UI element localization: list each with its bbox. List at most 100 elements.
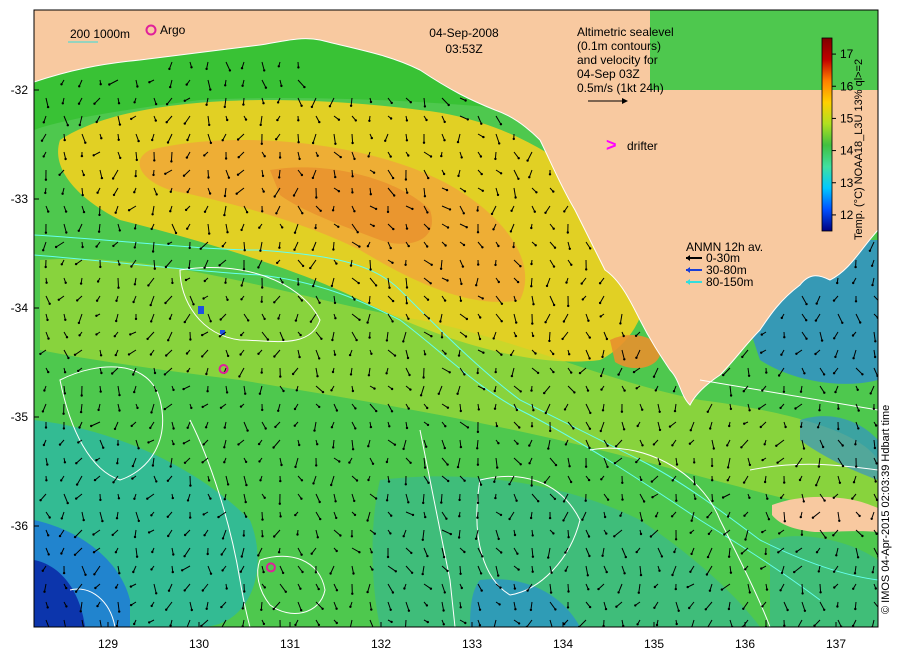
velocity-arrow-head bbox=[183, 461, 187, 464]
velocity-arrow-head bbox=[553, 246, 557, 249]
velocity-arrow-head bbox=[440, 336, 444, 339]
velocity-arrow-head bbox=[851, 497, 854, 500]
velocity-arrow-head bbox=[374, 207, 378, 211]
velocity-arrow-head bbox=[366, 590, 369, 594]
velocity-arrow-head bbox=[672, 390, 676, 393]
velocity-arrow-head bbox=[564, 443, 568, 446]
velocity-arrow-head bbox=[219, 406, 223, 409]
velocity-arrow-head bbox=[584, 499, 587, 502]
velocity-arrow-head bbox=[671, 479, 674, 482]
velocity-arrow-head bbox=[311, 176, 315, 180]
velocity-arrow-head bbox=[41, 410, 45, 413]
velocity-arrow-head bbox=[146, 497, 149, 500]
velocity-arrow-head bbox=[800, 533, 804, 536]
velocity-arrow-head bbox=[519, 390, 522, 393]
velocity-arrow-head bbox=[729, 394, 733, 397]
velocity-arrow-head bbox=[552, 370, 555, 374]
velocity-arrow-head bbox=[329, 572, 332, 575]
velocity-arrow-head bbox=[446, 463, 449, 466]
velocity-arrow-head bbox=[296, 533, 299, 536]
velocity-arrow-head bbox=[257, 352, 260, 355]
velocity-arrow-head bbox=[689, 429, 692, 432]
velocity-arrow-head bbox=[805, 337, 808, 340]
velocity-arrow-head bbox=[875, 532, 878, 535]
velocity-arrow-head bbox=[517, 177, 520, 180]
velocity-arrow-head bbox=[419, 394, 423, 397]
velocity-arrow-head bbox=[819, 591, 822, 594]
velocity-arrow-head bbox=[358, 551, 361, 554]
velocity-arrow-head bbox=[515, 321, 518, 324]
velocity-arrow-head bbox=[439, 267, 443, 270]
velocity-arrow-head bbox=[635, 356, 638, 359]
velocity-arrow-head bbox=[532, 409, 535, 412]
velocity-arrow-head bbox=[244, 515, 248, 518]
velocity-arrow-head bbox=[688, 606, 691, 610]
velocity-arrow-head bbox=[405, 426, 409, 430]
velocity-arrow-head bbox=[349, 264, 353, 267]
velocity-arrow-head bbox=[394, 570, 397, 573]
velocity-arrow-head bbox=[386, 210, 390, 214]
velocity-arrow-head bbox=[316, 154, 319, 157]
velocity-arrow-head bbox=[479, 155, 483, 158]
velocity-arrow-head bbox=[133, 535, 137, 539]
velocity-arrow-head bbox=[223, 461, 226, 464]
velocity-arrow-head bbox=[422, 141, 426, 144]
velocity-arrow-head bbox=[495, 424, 499, 428]
velocity-arrow-head bbox=[60, 263, 63, 266]
velocity-arrow-head bbox=[581, 518, 584, 521]
velocity-arrow-head bbox=[331, 209, 335, 212]
velocity-arrow-head bbox=[99, 390, 102, 393]
velocity-arrow-head bbox=[318, 357, 321, 360]
velocity-arrow-head bbox=[427, 227, 431, 230]
velocity-arrow-head bbox=[201, 589, 204, 592]
velocity-arrow-head bbox=[223, 498, 226, 501]
velocity-arrow-head bbox=[151, 250, 155, 253]
velocity-arrow-head bbox=[236, 173, 240, 176]
velocity-arrow-head bbox=[743, 422, 746, 425]
velocity-arrow-head bbox=[780, 353, 783, 356]
velocity-arrow-head bbox=[163, 407, 166, 411]
velocity-arrow-head bbox=[112, 244, 115, 248]
velocity-arrow-head bbox=[873, 355, 877, 359]
velocity-arrow-head bbox=[278, 156, 282, 159]
velocity-arrow-head bbox=[548, 173, 552, 176]
velocity-arrow-head bbox=[132, 373, 135, 376]
velocity-arrow-head bbox=[605, 337, 609, 341]
velocity-arrow-head bbox=[351, 592, 354, 595]
velocity-arrow-head bbox=[166, 515, 169, 518]
velocity-arrow-head bbox=[242, 103, 245, 106]
argo-legend-label: Argo bbox=[160, 23, 186, 37]
velocity-arrow-head bbox=[247, 319, 250, 322]
velocity-arrow-head bbox=[603, 515, 607, 519]
velocity-arrow-head bbox=[586, 389, 590, 392]
velocity-arrow-head bbox=[261, 174, 265, 178]
velocity-arrow-head bbox=[60, 517, 63, 520]
velocity-arrow-head bbox=[221, 139, 224, 142]
velocity-arrow-head bbox=[390, 620, 393, 624]
velocity-arrow-head bbox=[740, 446, 743, 449]
colorbar-tick-label: 16 bbox=[840, 79, 854, 93]
velocity-arrow-head bbox=[339, 534, 342, 537]
velocity-arrow-head bbox=[857, 409, 860, 412]
velocity-arrow-head bbox=[427, 176, 430, 180]
velocity-arrow-head bbox=[77, 441, 80, 444]
velocity-arrow-head bbox=[93, 102, 96, 105]
velocity-arrow-head bbox=[337, 118, 341, 121]
velocity-arrow-head bbox=[389, 532, 392, 535]
velocity-arrow-head bbox=[764, 552, 767, 556]
velocity-arrow-head bbox=[367, 478, 370, 482]
velocity-arrow-head bbox=[118, 610, 121, 613]
velocity-arrow-head bbox=[186, 370, 189, 373]
velocity-arrow bbox=[117, 277, 119, 288]
velocity-arrow-head bbox=[303, 85, 306, 89]
velocity-arrow-head bbox=[564, 551, 567, 554]
velocity-arrow-head bbox=[514, 299, 517, 302]
velocity-arrow-head bbox=[279, 375, 282, 378]
velocity-arrow-head bbox=[779, 406, 782, 410]
velocity-arrow-head bbox=[358, 245, 361, 248]
velocity-arrow-head bbox=[549, 429, 552, 433]
velocity-arrow-head bbox=[530, 285, 533, 288]
velocity-arrow-head bbox=[500, 320, 503, 323]
velocity-arrow-head bbox=[64, 318, 67, 321]
velocity-arrow-head bbox=[165, 121, 168, 124]
